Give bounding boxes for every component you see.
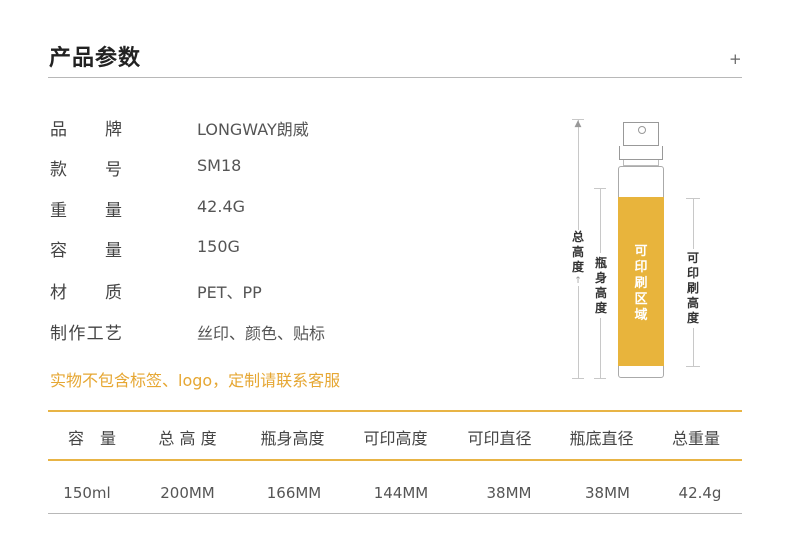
arrow-up-icon: ▲ [574, 119, 582, 129]
spec-label-craft: 制作工艺 [50, 324, 122, 344]
spec-value-craft: 丝印、颜色、贴标 [197, 324, 326, 343]
total-height-label: 总高度 [571, 230, 584, 274]
spec-value-weight: 42.4G [197, 197, 246, 216]
table-cell-print-diameter: 38MM [486, 484, 532, 502]
table-header-divider [48, 459, 742, 461]
arrow-up-icon: ↑ [574, 276, 582, 286]
bottle-cap [623, 122, 659, 146]
expand-icon[interactable]: + [729, 50, 742, 68]
pump-icon [638, 126, 646, 134]
table-cell-base-diameter: 38MM [585, 484, 630, 502]
spec-label-material: 材质 [50, 283, 122, 303]
spec-value-model: SM18 [197, 156, 242, 175]
table-bottom-border [48, 513, 742, 514]
table-cell-body-height: 166MM [266, 484, 322, 502]
table-header-capacity: 容 量 [67, 429, 116, 448]
table-header-print-height: 可印高度 [363, 429, 428, 448]
spec-value-material: PET、PP [197, 283, 262, 302]
spec-label-model: 款号 [50, 160, 122, 180]
section-title: 产品参数 [49, 46, 142, 71]
title-divider [48, 77, 742, 78]
table-header-print-diameter: 可印直径 [467, 429, 532, 448]
spec-value-capacity: 150G [197, 237, 240, 256]
table-cell-print-height: 144MM [373, 484, 429, 502]
table-header-total-weight: 总重量 [671, 429, 720, 448]
table-cell-capacity: 150ml [63, 484, 111, 502]
custom-note: 实物不包含标签、logo，定制请联系客服 [50, 371, 341, 390]
table-cell-total-height: 200MM [160, 484, 215, 502]
table-cell-total-weight: 42.4g [678, 484, 722, 502]
spec-value-brand: LONGWAY朗威 [197, 120, 309, 139]
cap-collar [619, 146, 663, 160]
body-height-label: 瓶身高度 [594, 256, 607, 315]
spec-label-brand: 品牌 [50, 120, 122, 140]
spec-label-weight: 重量 [50, 201, 122, 221]
print-height-label: 可印刷高度 [686, 251, 699, 325]
table-header-total-height: 总 高 度 [158, 429, 217, 448]
table-header-base-diameter: 瓶底直径 [569, 429, 634, 448]
print-area-label: 可印刷区域 [634, 244, 648, 323]
spec-label-capacity: 容量 [50, 241, 122, 261]
bottle-diagram: ▲ 总高度 ↑ 瓶身高度 可印刷区域 可印刷高度 [560, 110, 720, 390]
table-header-body-height: 瓶身高度 [260, 429, 325, 448]
table-top-border [48, 410, 742, 412]
